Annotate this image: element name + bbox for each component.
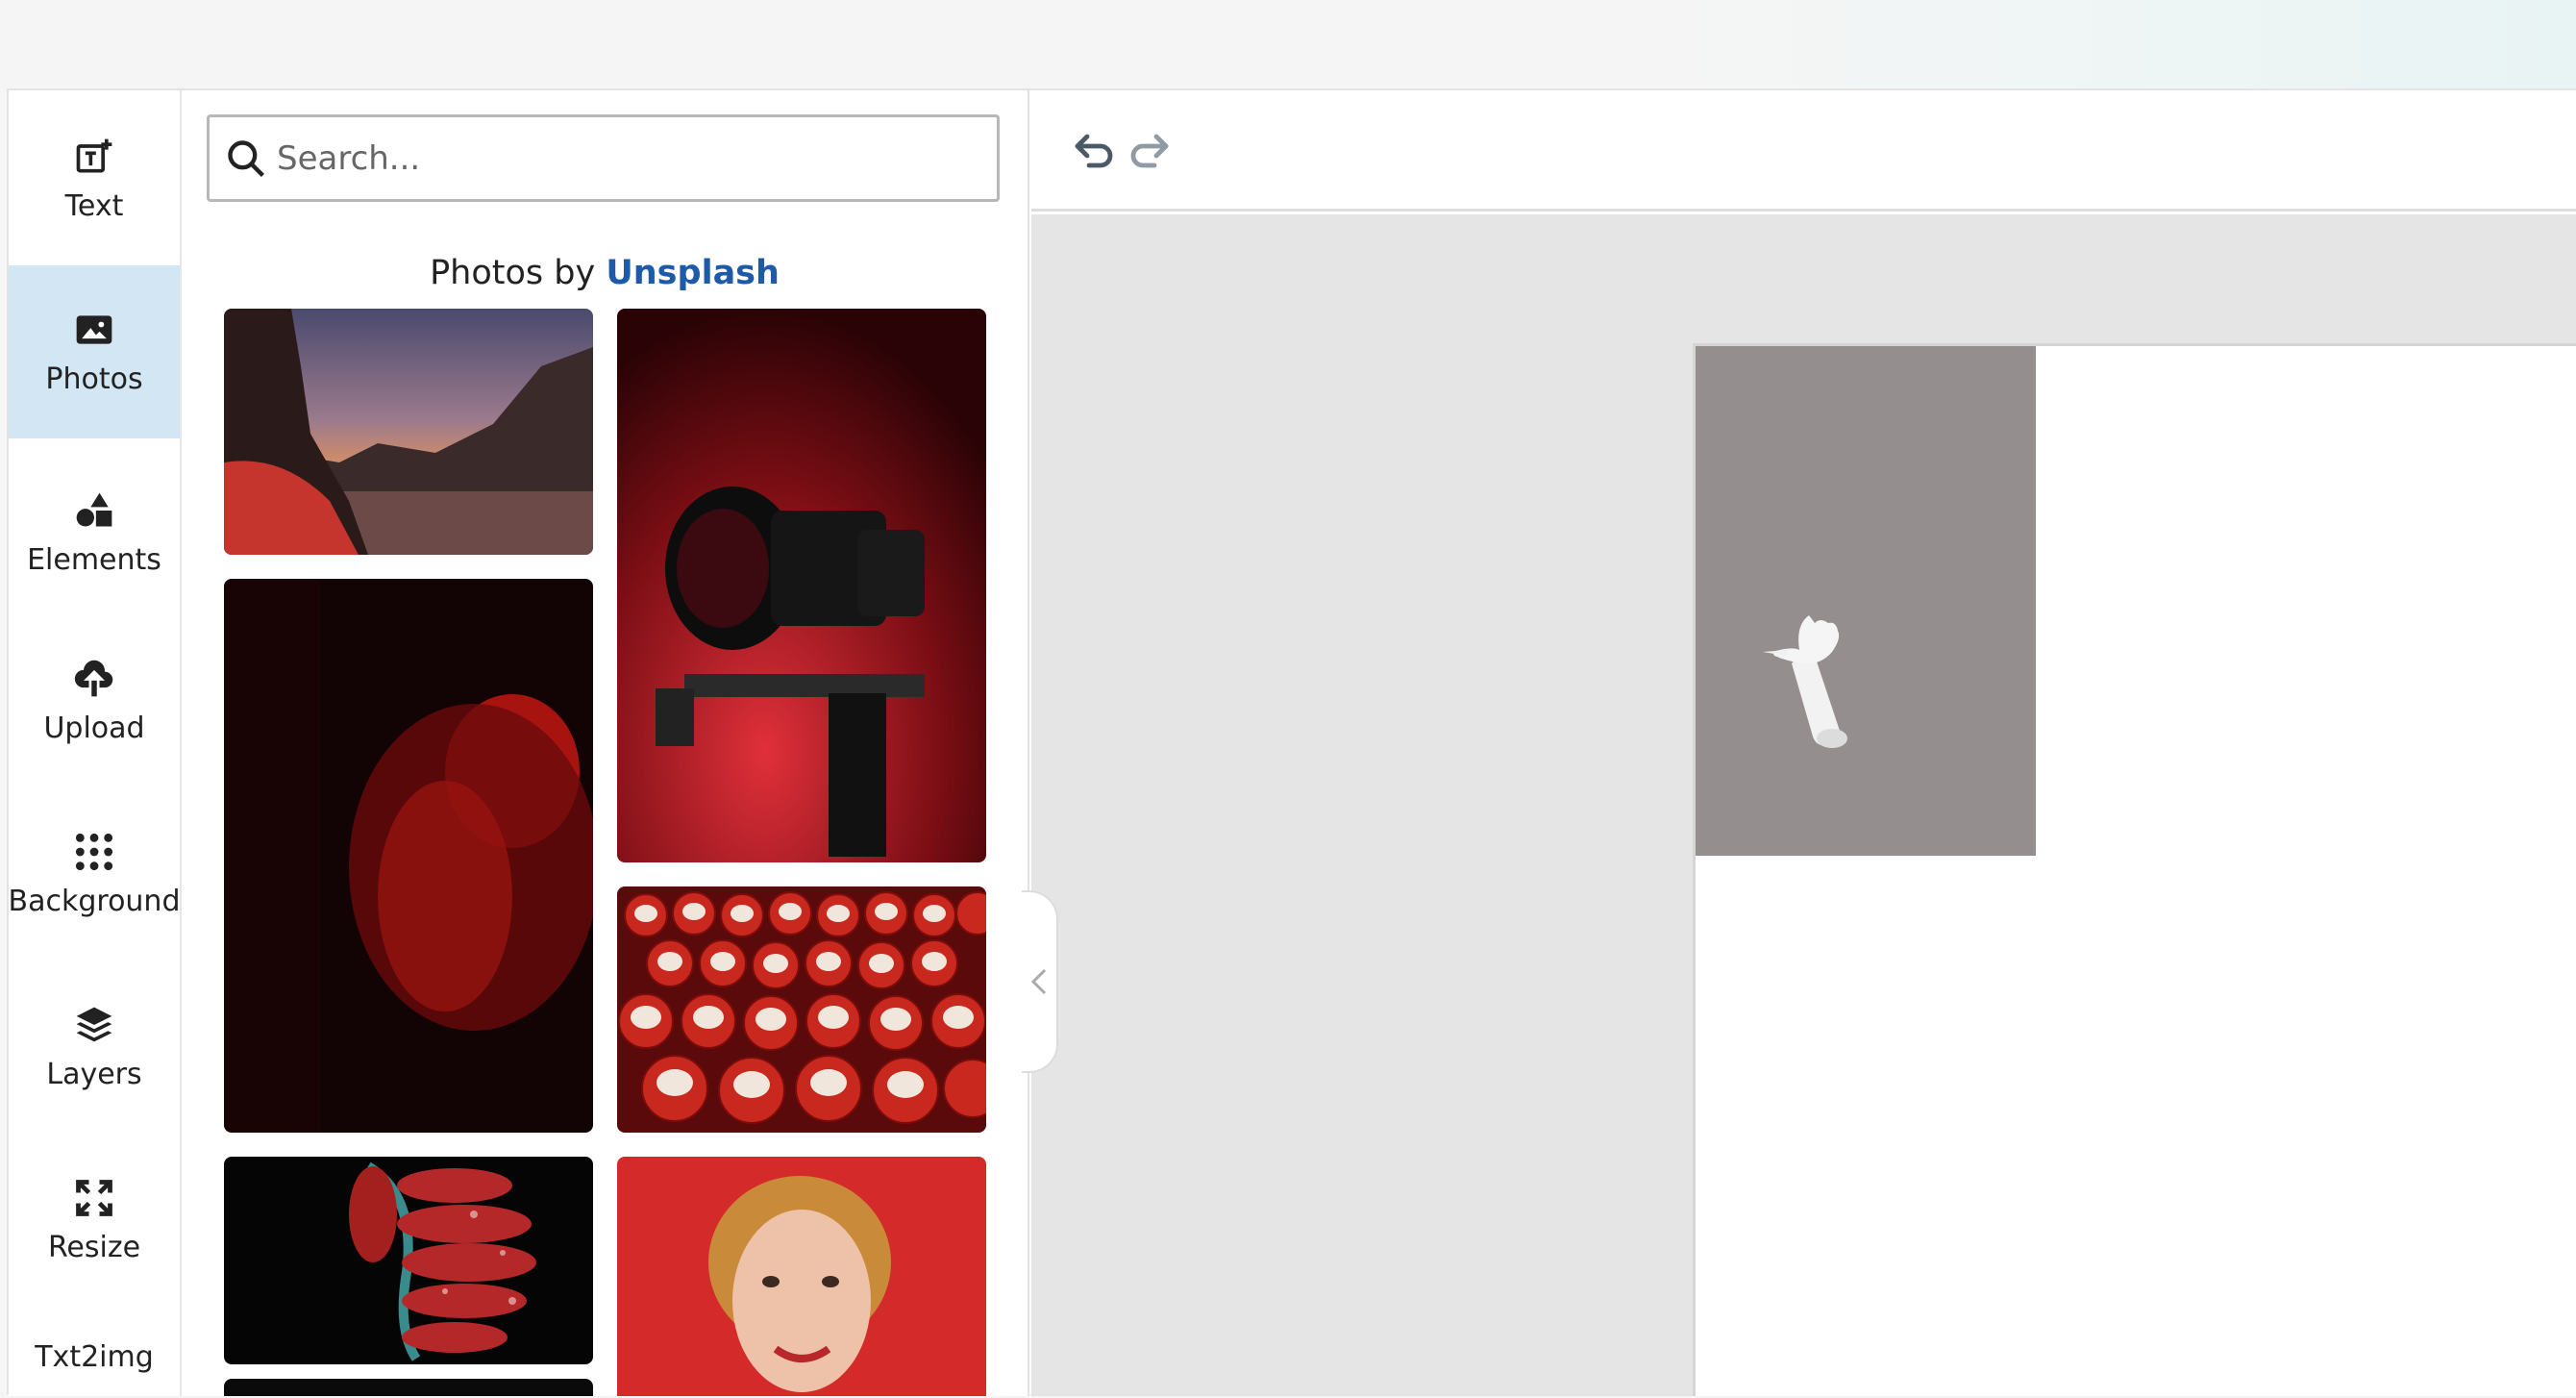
design-canvas[interactable] [1693,343,2576,1396]
undo-button[interactable] [1072,127,1118,173]
sidebar-item-upload[interactable]: Upload [9,614,180,787]
chevron-left-icon [1030,968,1047,995]
unsplash-link[interactable]: Unsplash [606,254,780,292]
sidebar-item-label: Photos [45,362,143,396]
photo-thumbnail-camera[interactable] [617,309,986,862]
search-icon [228,139,264,177]
sidebar-item-label: Upload [43,711,145,745]
resize-icon [73,1177,115,1219]
canvas-toolbar [1031,90,2576,212]
sidebar-item-background[interactable]: Background [8,787,181,961]
collapse-panel-button[interactable] [1022,890,1058,1073]
sidebar-item-label: Resize [47,1230,141,1264]
shapes-icon [73,489,115,532]
undo-icon [1075,134,1113,168]
search-input[interactable] [277,138,969,178]
browser-top-bar [0,0,2576,88]
sidebar-item-label: Background [8,884,181,918]
cloud-upload-icon [73,658,115,700]
sidebar-item-elements[interactable]: Elements [9,446,180,619]
workspace [1031,214,2576,1396]
photos-panel: Photos by Unsplash [182,90,1029,1396]
red-figure-image [224,579,593,1133]
photos-credit: Photos by Unsplash [182,254,1028,292]
credit-prefix: Photos by [430,254,596,292]
sidebar-item-label: Layers [46,1057,142,1091]
sidebar-item-photos[interactable]: Photos [9,265,180,438]
redo-icon [1130,134,1169,168]
photo-thumbnail-desert[interactable] [224,309,593,555]
editor-app: Text Photos Elements Upload Background L… [7,88,2576,1396]
photo-thumbnail-red-figure[interactable] [224,579,593,1133]
woman-portrait-image [617,1157,986,1396]
daruma-dolls-image [617,886,986,1133]
sidebar-item-txt2img[interactable]: Txt2img [9,1311,180,1398]
sidebar-item-layers[interactable]: Layers [9,961,180,1134]
red-camera-image [617,309,986,862]
photo-thumbnail-partial[interactable] [224,1379,593,1396]
canvas-image-element[interactable] [1696,346,2036,856]
add-text-icon [73,136,115,178]
sidebar-item-resize[interactable]: Resize [9,1134,180,1307]
sidebar-item-text[interactable]: Text [9,92,180,265]
red-fish-image [224,1157,593,1364]
image-icon [73,309,115,351]
photo-thumbnail-fish[interactable] [224,1157,593,1364]
dots-grid-icon [73,831,115,873]
desert-sunset-image [224,309,593,555]
layers-icon [73,1004,115,1046]
photo-thumbnail-woman[interactable] [617,1157,986,1396]
sidebar-item-label: Elements [27,542,161,577]
sidebar: Text Photos Elements Upload Background L… [9,90,182,1396]
sidebar-item-label: Txt2img [35,1340,154,1374]
photo-thumbnail-daruma[interactable] [617,886,986,1133]
pointing-hand-icon [1763,615,1847,748]
search-box[interactable] [207,114,1000,202]
sidebar-item-label: Text [64,188,124,223]
redo-button[interactable] [1126,127,1172,173]
